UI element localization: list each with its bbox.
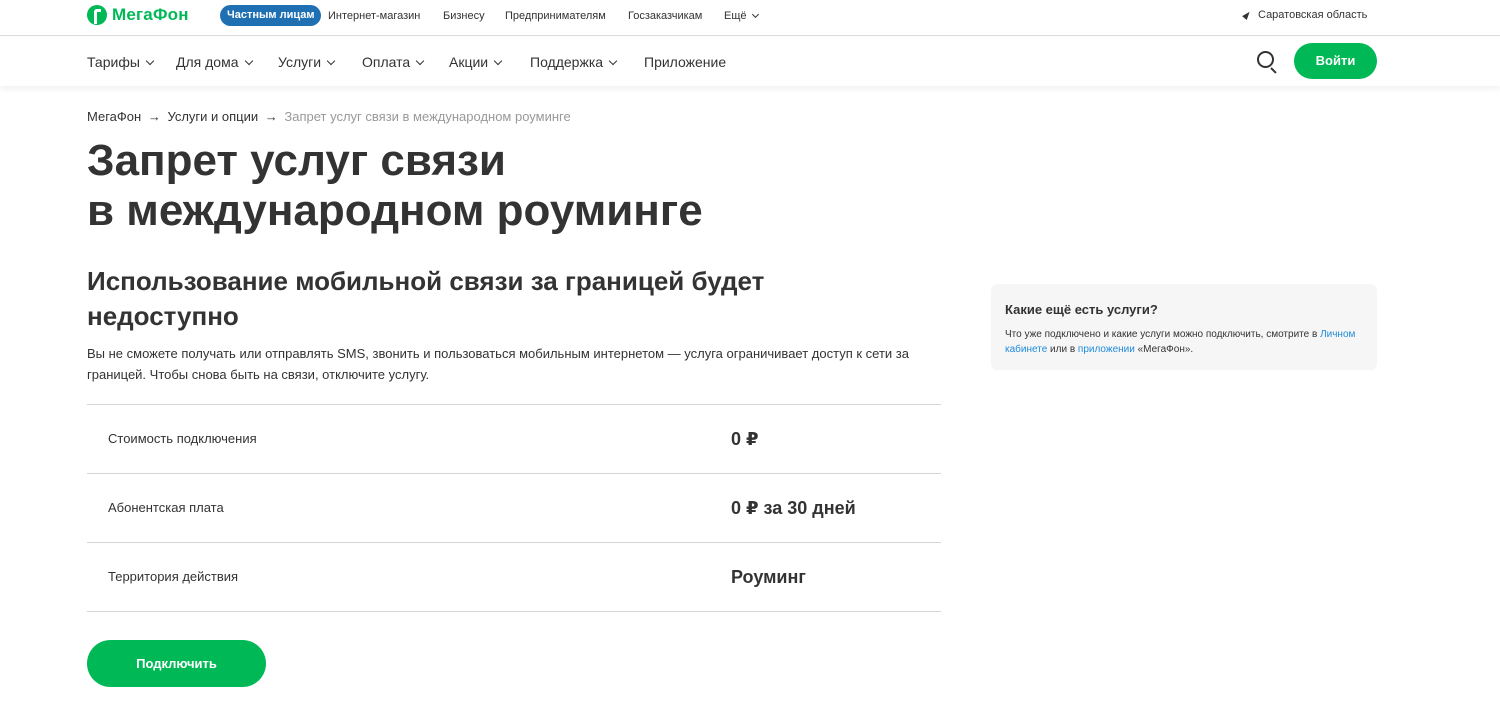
side-card-text: Что уже подключено и какие услуги можно … [1005, 327, 1363, 357]
nav-item-promos[interactable]: Акции [449, 54, 503, 70]
side-card-text-part: Что уже подключено и какие услуги можно … [1005, 329, 1321, 340]
breadcrumb-separator: → [147, 109, 161, 124]
service-params-table: Стоимость подключения 0 ₽ Абонентская пл… [87, 404, 941, 612]
nav-item-support[interactable]: Поддержка [530, 54, 618, 70]
location-arrow-icon [1242, 10, 1252, 20]
nav-item-app[interactable]: Приложение [644, 54, 726, 70]
chevron-down-icon [608, 56, 618, 66]
chevron-down-icon [415, 56, 425, 66]
megafon-logo-icon [87, 5, 107, 25]
nav-item-tariffs[interactable]: Тарифы [87, 54, 155, 70]
param-row: Территория действия Роуминг [87, 543, 941, 612]
side-card-title: Какие ещё есть услуги? [1005, 302, 1158, 317]
logo-text: МегаФон [112, 5, 189, 24]
param-row: Стоимость подключения 0 ₽ [87, 405, 941, 474]
nav-item-label: Для дома [176, 54, 239, 70]
other-services-card: Какие ещё есть услуги? Что уже подключен… [991, 284, 1377, 370]
nav-item-payment[interactable]: Оплата [362, 54, 425, 70]
topnav-more-dropdown[interactable]: Ещё [724, 10, 759, 22]
chevron-down-icon [244, 56, 253, 66]
segment-private-button[interactable]: Частным лицам [220, 5, 322, 26]
nav-item-home[interactable]: Для дома [176, 54, 253, 70]
param-label: Стоимость подключения [108, 431, 257, 446]
param-label: Территория действия [108, 569, 239, 584]
page-title: Запрет услуг связи в международном роуми… [87, 136, 887, 236]
side-card-text-part: «МегаФон». [1134, 344, 1194, 355]
login-button[interactable]: Войти [1294, 43, 1377, 79]
topnav-government-link[interactable]: Госзаказчикам [628, 10, 702, 22]
param-label: Абонентская плата [108, 500, 224, 515]
search-icon[interactable] [1256, 50, 1280, 74]
nav-item-label: Услуги [278, 54, 322, 70]
breadcrumb-current: Запрет услуг связи в международном роуми… [284, 109, 571, 124]
breadcrumb-separator: → [264, 109, 278, 124]
breadcrumb-home-link[interactable]: МегаФон [87, 109, 141, 124]
param-value: Роуминг [731, 567, 806, 587]
app-link[interactable]: приложении [1078, 344, 1135, 355]
param-value: 0 ₽ за 30 дней [731, 498, 856, 518]
connect-button[interactable]: Подключить [87, 640, 266, 687]
topnav-shop-link[interactable]: Интернет-магазин [328, 10, 420, 22]
megafon-logo[interactable]: МегаФон [87, 4, 189, 26]
nav-item-label: Акции [449, 54, 489, 70]
chevron-down-icon [145, 56, 155, 66]
page-title-line2: в международном роуминге [87, 186, 703, 235]
breadcrumb: МегаФон → Услуги и опции → Запрет услуг … [87, 109, 571, 124]
nav-item-label: Оплата [362, 54, 411, 70]
topnav-more-label: Ещё [724, 10, 747, 22]
param-row: Абонентская плата 0 ₽ за 30 дней [87, 474, 941, 543]
nav-item-label: Тарифы [87, 54, 140, 70]
side-card-text-part: или в [1047, 344, 1078, 355]
region-label: Саратовская область [1258, 9, 1368, 21]
chevron-down-icon [493, 56, 503, 66]
page-title-line1: Запрет услуг связи [87, 136, 506, 185]
section-subtitle: Использование мобильной связи за границе… [87, 266, 765, 331]
service-description: Вы не сможете получать или отправлять SM… [87, 346, 909, 382]
breadcrumb-services-link[interactable]: Услуги и опции [167, 109, 258, 124]
main-nav: Тарифы Для дома Услуги Оплата Акции Подд… [0, 37, 1500, 86]
chevron-down-icon [751, 10, 759, 19]
param-value: 0 ₽ [731, 429, 759, 449]
topnav-business-link[interactable]: Бизнесу [443, 10, 485, 22]
region-selector[interactable]: Саратовская область [1242, 9, 1368, 21]
chevron-down-icon [326, 56, 336, 66]
nav-item-label: Поддержка [530, 54, 604, 70]
nav-item-services[interactable]: Услуги [278, 54, 336, 70]
top-bar: МегаФон Частным лицам Интернет-магазин Б… [0, 0, 1500, 36]
topnav-entrepreneurs-link[interactable]: Предпринимателям [505, 10, 606, 22]
